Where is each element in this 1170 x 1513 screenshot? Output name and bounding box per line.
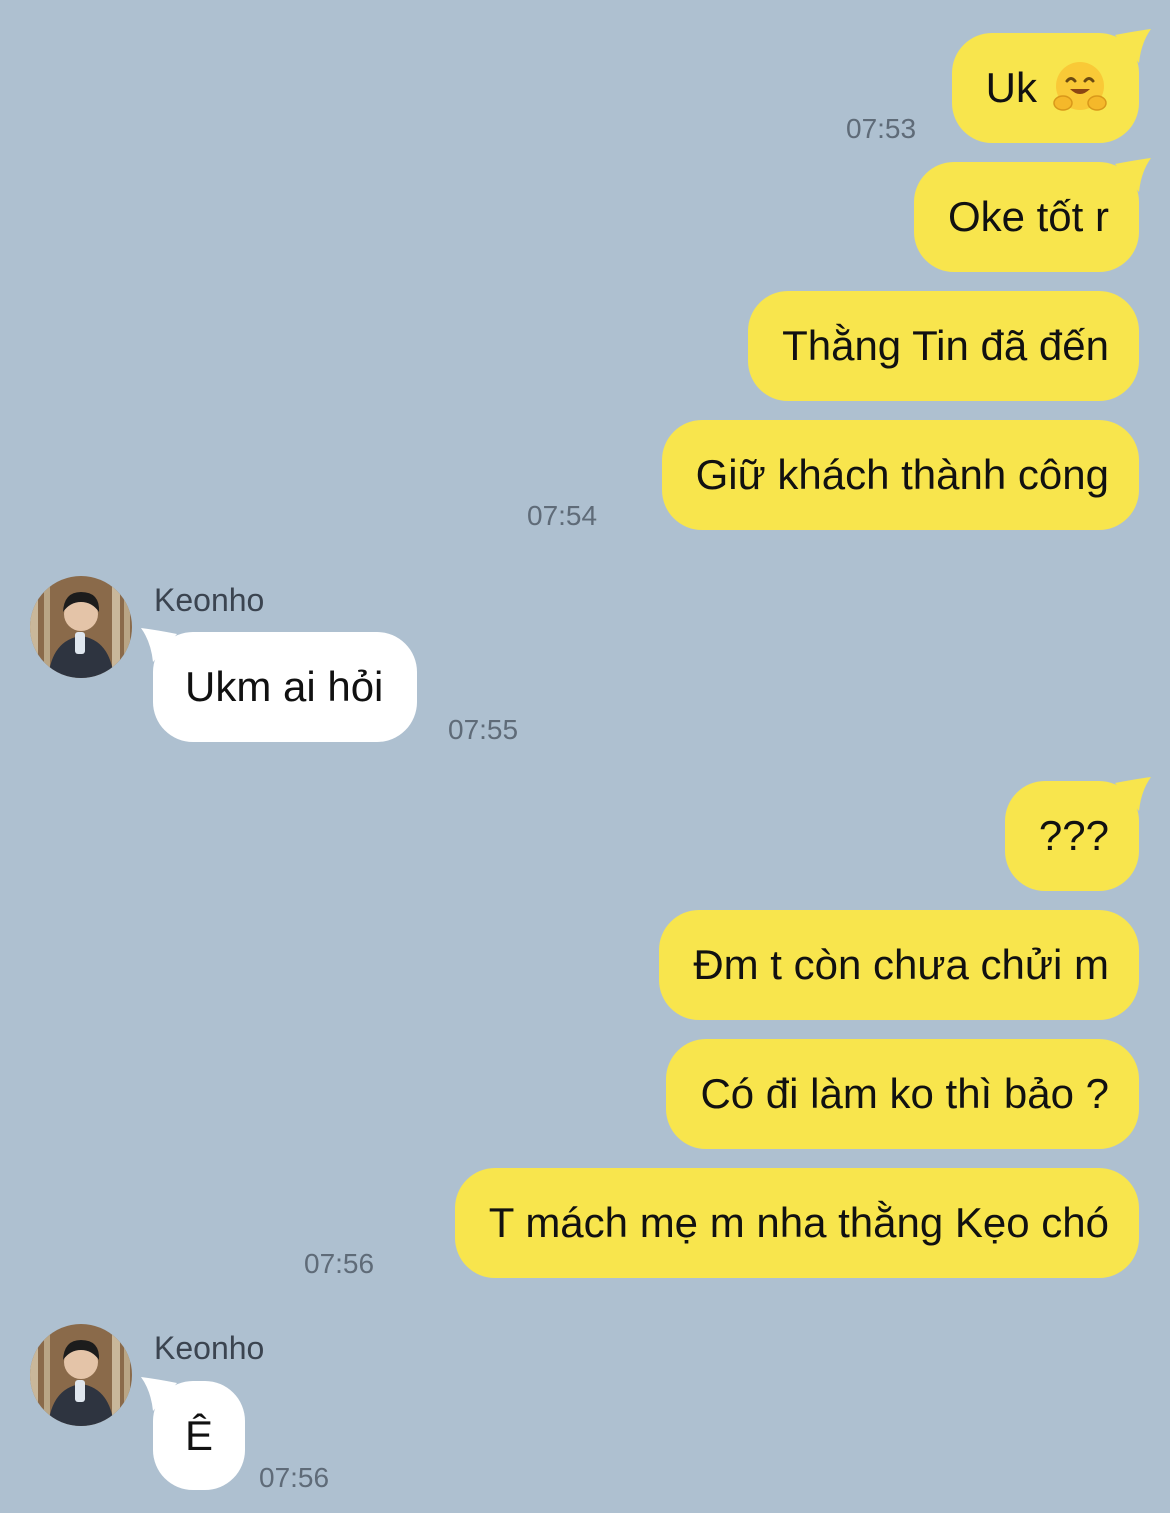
- message-timestamp: 07:56: [304, 1248, 375, 1279]
- message-timestamp: 07:55: [448, 714, 519, 745]
- bubble-tail: [141, 628, 177, 662]
- message-timestamp: 07:53: [846, 113, 917, 144]
- sender-name: Keonho: [154, 1330, 265, 1366]
- bubble-tail: [141, 1377, 177, 1411]
- message-timestamp: 07:54: [527, 500, 598, 531]
- message-text: Uk: [985, 64, 1037, 111]
- incoming-message-bubble[interactable]: Ukm ai hỏi: [141, 628, 418, 742]
- message-text: Đm t còn chưa chửi m: [693, 941, 1109, 988]
- message-timestamp: 07:56: [259, 1462, 330, 1493]
- message-text: Có đi làm ko thì bảo ?: [700, 1070, 1109, 1117]
- bubble-tail: [1115, 158, 1151, 192]
- hugging-face-emoji-icon: [1051, 59, 1109, 117]
- sender-name: Keonho: [154, 582, 265, 618]
- outgoing-message-bubble[interactable]: T mách mẹ m nha thằng Kẹo chó: [454, 1168, 1139, 1278]
- message-text: T mách mẹ m nha thằng Kẹo chó: [488, 1199, 1109, 1246]
- outgoing-message-bubble[interactable]: ???: [1004, 777, 1151, 891]
- contact-avatar[interactable]: [30, 576, 132, 678]
- message-text: Oke tốt r: [947, 193, 1109, 240]
- message-text: Ê: [185, 1411, 214, 1459]
- outgoing-message-bubble[interactable]: Giữ khách thành công: [661, 420, 1139, 530]
- outgoing-message-bubble[interactable]: Có đi làm ko thì bảo ?: [666, 1039, 1139, 1149]
- outgoing-message-bubble[interactable]: Oke tốt r: [913, 158, 1151, 272]
- outgoing-message-bubble[interactable]: Uk: [951, 29, 1151, 143]
- outgoing-message-bubble[interactable]: Đm t còn chưa chửi m: [659, 910, 1139, 1020]
- bubble-tail: [1115, 29, 1151, 63]
- message-text: Giữ khách thành công: [695, 451, 1109, 498]
- message-text: ???: [1038, 812, 1109, 859]
- incoming-message-bubble[interactable]: Ê: [141, 1377, 246, 1490]
- message-text: Thằng Tin đã đến: [782, 322, 1109, 369]
- bubble-tail: [1115, 777, 1151, 811]
- outgoing-message-bubble[interactable]: Thằng Tin đã đến: [748, 291, 1139, 401]
- contact-avatar[interactable]: [30, 1324, 132, 1426]
- message-text: Ukm ai hỏi: [185, 663, 384, 710]
